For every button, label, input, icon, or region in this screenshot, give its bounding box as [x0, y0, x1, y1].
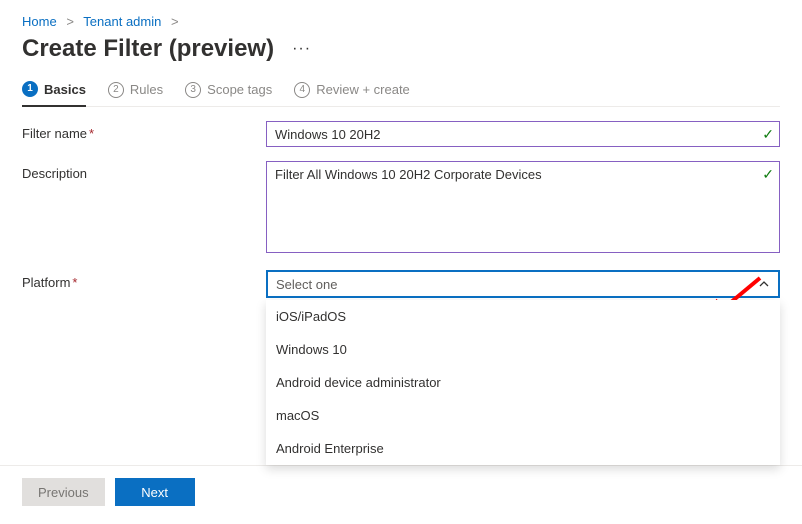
description-label: Description [22, 161, 266, 181]
step-rules[interactable]: 2 Rules [108, 82, 163, 106]
step-label: Review + create [316, 82, 410, 97]
step-number-icon: 2 [108, 82, 124, 98]
step-label: Rules [130, 82, 163, 97]
platform-dropdown: iOS/iPadOS Windows 10 Android device adm… [266, 300, 780, 465]
platform-label: Platform* [22, 270, 266, 290]
chevron-right-icon: > [171, 14, 179, 29]
step-number-icon: 4 [294, 82, 310, 98]
chevron-up-icon [758, 278, 770, 290]
step-scope-tags[interactable]: 3 Scope tags [185, 82, 272, 106]
wizard-footer: Previous Next [0, 465, 802, 506]
breadcrumb: Home > Tenant admin > [22, 14, 780, 29]
filter-name-label: Filter name* [22, 121, 266, 141]
previous-button[interactable]: Previous [22, 478, 105, 506]
platform-option-windows10[interactable]: Windows 10 [266, 333, 780, 366]
step-label: Basics [44, 82, 86, 97]
breadcrumb-tenant-admin[interactable]: Tenant admin [83, 14, 161, 29]
step-review-create[interactable]: 4 Review + create [294, 82, 410, 106]
step-number-icon: 3 [185, 82, 201, 98]
platform-option-macos[interactable]: macOS [266, 399, 780, 432]
chevron-right-icon: > [66, 14, 74, 29]
next-button[interactable]: Next [115, 478, 195, 506]
platform-select[interactable]: Select one [266, 270, 780, 298]
filter-name-input[interactable] [266, 121, 780, 147]
platform-select-placeholder: Select one [276, 277, 337, 292]
wizard-steps: 1 Basics 2 Rules 3 Scope tags 4 Review +… [22, 81, 780, 107]
platform-option-android-da[interactable]: Android device administrator [266, 366, 780, 399]
step-label: Scope tags [207, 82, 272, 97]
step-number-icon: 1 [22, 81, 38, 97]
step-basics[interactable]: 1 Basics [22, 81, 86, 107]
more-actions-icon[interactable]: ··· [288, 36, 315, 62]
platform-option-android-enterprise[interactable]: Android Enterprise [266, 432, 780, 465]
breadcrumb-home[interactable]: Home [22, 14, 57, 29]
page-title: Create Filter (preview) [22, 35, 274, 63]
description-input[interactable] [266, 161, 780, 253]
platform-option-ios-ipados[interactable]: iOS/iPadOS [266, 300, 780, 333]
